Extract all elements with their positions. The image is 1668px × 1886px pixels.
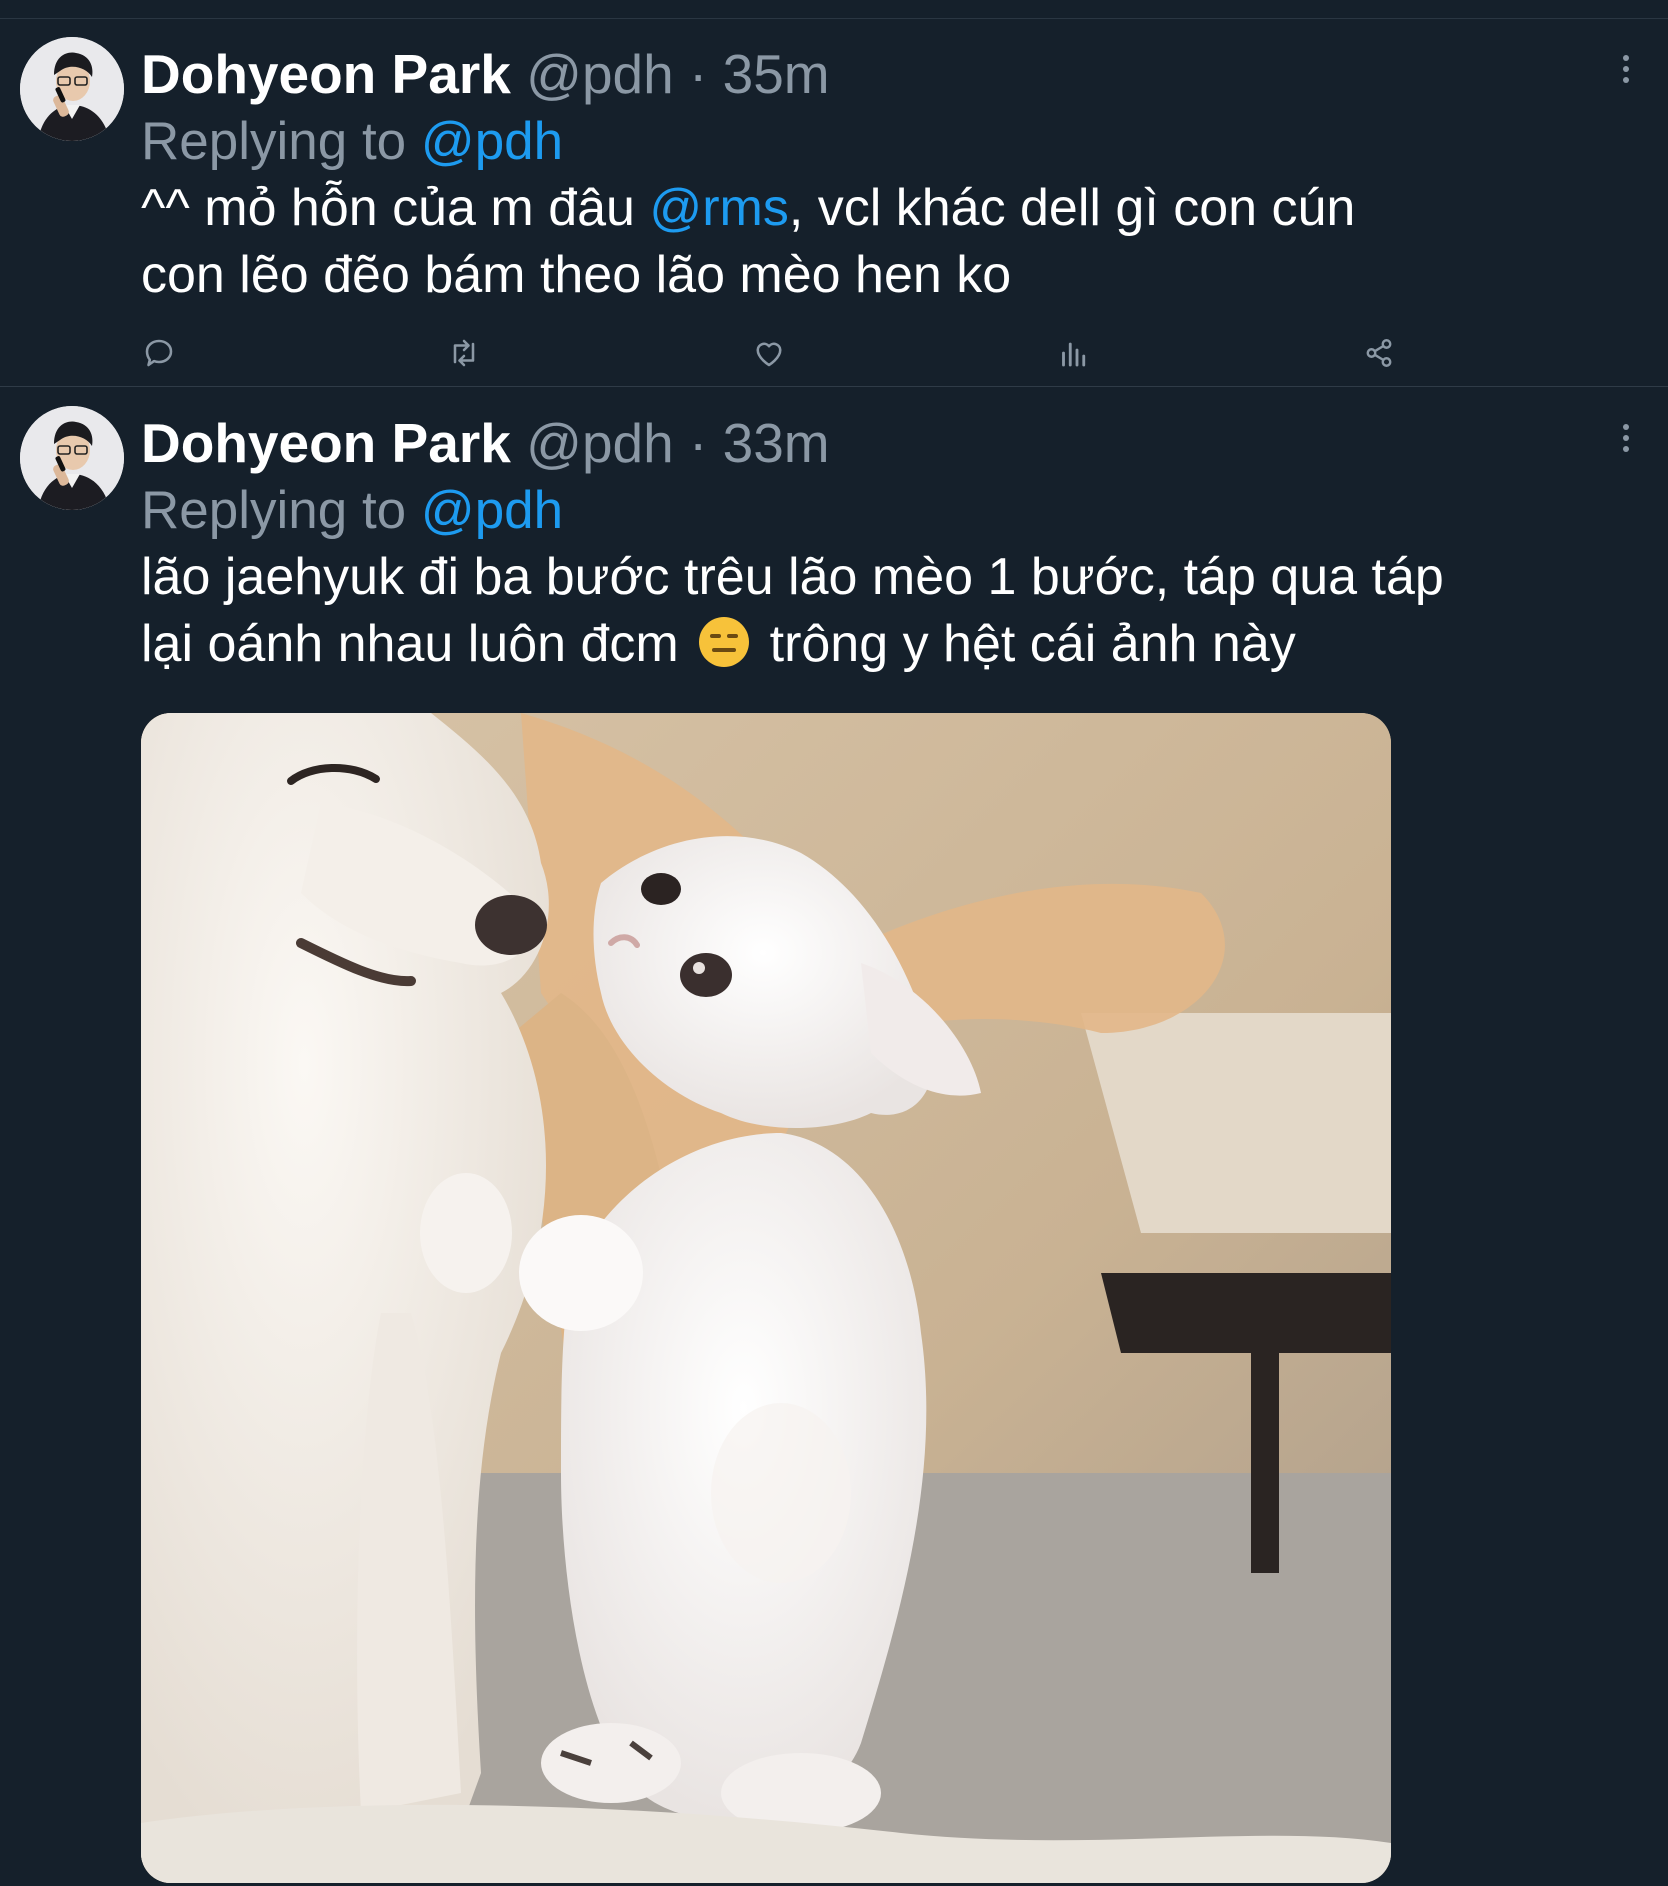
tweet-time[interactable]: 33m xyxy=(723,412,830,474)
expressionless-face-emoji xyxy=(697,615,751,669)
tweet-text: ^^ mỏ hỗn của m đâu @rms, vcl khác dell … xyxy=(141,175,1621,309)
avatar-photo xyxy=(20,37,124,141)
tweet-text: lão jaehyuk đi ba bước trêu lão mèo 1 bư… xyxy=(141,544,1621,678)
tweet-text-fragment: trông y hệt cái ảnh này xyxy=(755,615,1296,673)
more-options-icon[interactable] xyxy=(1614,424,1638,460)
tweet-text-line: con lẽo đẽo bám theo lão mèo hen ko xyxy=(141,246,1012,304)
tweet-text-line: ^^ mỏ hỗn của m đâu @rms, vcl khác dell … xyxy=(141,175,1621,242)
more-options-icon[interactable] xyxy=(1614,55,1638,91)
replying-to-label: Replying to xyxy=(141,112,421,171)
tweet-text-line: lại oánh nhau luôn đcm trông y hệt cái ả… xyxy=(141,611,1621,678)
tweet-header: Dohyeon Park @pdh · 35m xyxy=(141,39,830,109)
analytics-icon[interactable] xyxy=(1056,335,1092,371)
tweet-time[interactable]: 35m xyxy=(723,43,830,105)
tweet[interactable]: Dohyeon Park @pdh · 33m Replying to @pdh… xyxy=(0,388,1668,1886)
top-status-strip xyxy=(0,0,1668,19)
avatar[interactable] xyxy=(20,37,124,141)
tweet-text-line: lão jaehyuk đi ba bước trêu lão mèo 1 bư… xyxy=(141,548,1444,606)
dog-and-kitten-photo xyxy=(141,713,1391,1883)
replying-to: Replying to @pdh xyxy=(141,107,563,177)
replying-to-handle[interactable]: @pdh xyxy=(421,112,563,171)
avatar[interactable] xyxy=(20,406,124,510)
tweet-header: Dohyeon Park @pdh · 33m xyxy=(141,408,830,478)
author-name[interactable]: Dohyeon Park xyxy=(141,43,511,105)
tweet-text-fragment: ^^ mỏ hỗn của m đâu xyxy=(141,179,650,237)
like-icon[interactable] xyxy=(751,335,787,371)
share-icon[interactable] xyxy=(1361,335,1397,371)
author-name[interactable]: Dohyeon Park xyxy=(141,412,511,474)
author-handle[interactable]: @pdh xyxy=(526,43,674,105)
separator-dot: · xyxy=(689,412,708,474)
tweet-text-fragment: lại oánh nhau luôn đcm xyxy=(141,615,694,673)
author-handle[interactable]: @pdh xyxy=(526,412,674,474)
tweet-media-image[interactable] xyxy=(141,713,1391,1883)
avatar-photo xyxy=(20,406,124,510)
mention-link[interactable]: @rms xyxy=(649,179,788,237)
replying-to: Replying to @pdh xyxy=(141,476,563,546)
replying-to-handle[interactable]: @pdh xyxy=(421,481,563,540)
tweet-actions xyxy=(141,335,1401,371)
tweet-text-fragment: , vcl khác dell gì con cún xyxy=(788,179,1356,237)
separator-dot: · xyxy=(689,43,708,105)
retweet-icon[interactable] xyxy=(446,335,482,371)
replying-to-label: Replying to xyxy=(141,481,421,540)
tweet[interactable]: Dohyeon Park @pdh · 35m Replying to @pdh… xyxy=(0,19,1668,387)
reply-icon[interactable] xyxy=(141,335,177,371)
